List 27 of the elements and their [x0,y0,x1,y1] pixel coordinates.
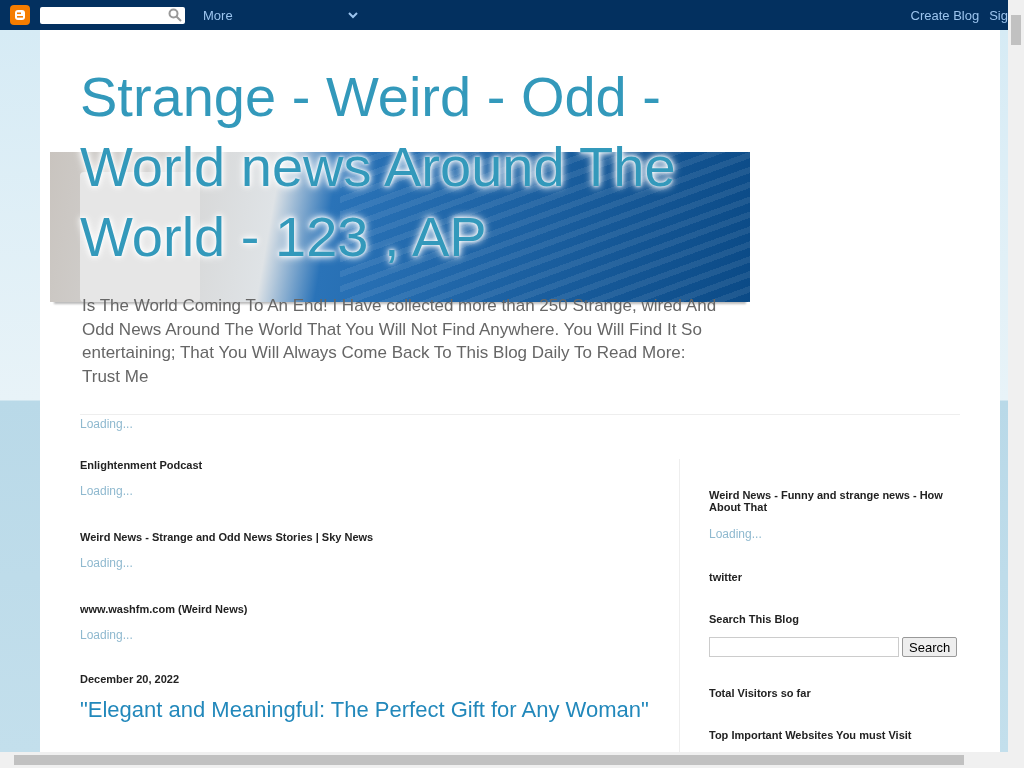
chevron-icon[interactable] [347,11,358,19]
post-title-link[interactable]: "Elegant and Meaningful: The Perfect Gift for Any Woman" [80,697,679,723]
loading-text: Loading... [80,417,134,431]
widget-title: Weird News - Strange and Odd News Stories | Sky News [80,531,375,543]
blog-description: Is The World Coming To An End! I Have collected more than 250 Strange, wired And Odd News Around The World That You Will Not Find Anywhere. You Will Find It So entertaining; That You Will Always Come Back To This Blog Daily To Read More: Trust Me [82,295,718,388]
widget-title: Search This Blog [709,613,800,625]
search-field[interactable] [40,6,185,24]
widget-title: Weird News - Funny and strange news - How About That [709,489,944,513]
widget-title: www.washfm.com (Weird News) [80,603,249,615]
blogger-logo-icon[interactable] [10,5,30,25]
search-field[interactable] [709,637,899,657]
loading-text: Loading... [80,484,134,498]
loading-text: Loading... [80,628,134,642]
more-menu[interactable]: More [203,7,233,23]
widget-title: twitter [709,571,743,583]
nav-link[interactable]: Create Blog [910,7,980,23]
vertical-scrollbar[interactable] [1008,0,1024,752]
widget-title: Enlightenment Podcast [80,459,204,471]
nav-link[interactable]: Sig [989,7,1008,23]
widget-title: Top Important Websites You must Visit [709,729,913,741]
search-button[interactable]: Search [902,637,958,657]
widget-title: Total Visitors so far [709,687,812,699]
search-icon[interactable] [168,8,182,22]
loading-text: Loading... [709,527,763,541]
post-date: December 20, 2022 [80,673,181,685]
horizontal-scrollbar[interactable] [0,752,1024,768]
loading-text: Loading... [80,556,134,570]
